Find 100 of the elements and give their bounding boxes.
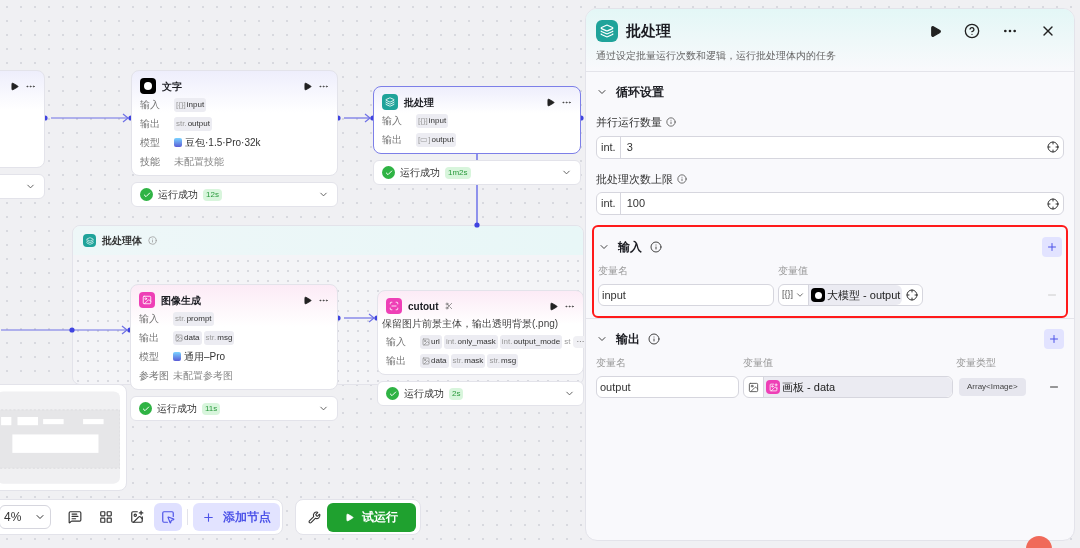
node-title: 文字 [162,79,182,94]
group-title: 批处理体 [102,234,142,248]
param-chip: int.output_mode [499,334,563,349]
layers-icon [83,234,96,247]
status-text: 运行成功 [158,188,198,202]
run-status-bar[interactable]: 运行成功 12s [131,182,338,207]
run-icon[interactable] [303,81,312,91]
port-dot[interactable] [474,222,480,228]
select-icon[interactable] [154,503,182,531]
run-status-bar[interactable]: 运行成功 1m2s [373,160,581,185]
image-type-icon [748,381,759,393]
row-label: 输入 [139,312,160,326]
model-icon [173,352,181,361]
field-label: 并行运行数量 [596,115,662,130]
variable-ref-icon[interactable] [1047,197,1059,210]
info-icon [148,236,157,245]
param-chip: data [173,330,202,345]
plus-icon [1048,333,1060,345]
success-icon [139,402,152,415]
image-type-icon [422,337,430,346]
param-chip: str.output [174,116,212,131]
run-icon[interactable] [10,81,19,91]
duration-badge: 1m2s [445,166,471,179]
param-chip: [▭]output [416,132,456,147]
run-status-bar[interactable]: 运行成功 2s [377,381,584,406]
variable-ref-icon[interactable] [906,289,919,301]
variable-ref-icon[interactable] [1047,141,1059,153]
duration-badge: 2s [449,387,464,400]
model-name: 通用–Pro [184,350,226,364]
row-label: 输出 [382,133,403,147]
row-label: 输出 [139,331,160,345]
model-icon [174,138,182,147]
field-label: 批处理次数上限 [596,171,673,187]
image-type-icon [175,333,183,342]
number-field[interactable]: int. 100 [596,192,1064,215]
param-chip: [{}]input [416,113,449,128]
edge-arrow [343,313,375,323]
section-title: 输出 [616,331,640,348]
run-icon[interactable] [303,295,312,305]
row-placeholder: 未配置参考图 [173,369,233,383]
variable-name-field[interactable]: output [596,376,739,398]
node-card[interactable]: 批处理 输入 [{}]input 输出 [▭]output [373,86,581,154]
param-chip: str.mask [450,353,486,368]
run-status-bar[interactable]: 运行成功 11s [130,396,338,421]
row-label: 模型 [139,350,160,364]
wrench-icon[interactable] [308,510,321,524]
run-icon[interactable] [549,301,558,311]
duration-badge: 12s [203,188,222,201]
column-header: 变量类型 [956,356,996,370]
row-label: 输出 [140,117,161,131]
chevron-icon[interactable] [795,290,805,300]
status-text: 运行成功 [400,166,440,180]
type-tag: Array<Image> [959,378,1026,396]
node-description: 保留图片前景主体，输出透明背景(.png) [382,317,560,331]
image-type-icon [422,356,430,365]
info-icon [666,117,676,128]
node-card[interactable]: cutout 保留图片前景主体，输出透明背景(.png) 输入 url int.only_mask int.output_mode st ··· 输出 data str.mask str.msg [377,290,584,375]
panel-title: 批处理 [626,20,671,41]
column-header: 变量值 [778,264,809,278]
variable-value-field[interactable]: 画板 - data [743,376,953,398]
column-header: 变量值 [743,356,774,370]
section-title: 循环设置 [616,84,664,101]
info-icon [650,241,662,253]
help-icon[interactable] [964,23,980,39]
success-icon [386,387,399,400]
plus-icon [1046,241,1058,253]
image-icon [139,292,155,308]
node-card[interactable]: 文字 输入 [{}]input 输出 str.output 模型 豆包·1.5·Pro·32k 技能 未配置技能 [131,70,338,176]
duration-badge: 11s [202,402,221,415]
row-label: 输入 [382,114,403,128]
success-icon [140,188,153,201]
param-chip: str.prompt [173,311,214,326]
play-icon [345,512,354,522]
group-header[interactable]: 批处理体 [73,226,583,255]
layers-icon [596,20,618,42]
add-node-button[interactable]: 添加节点 [193,503,280,531]
status-text: 运行成功 [404,387,444,401]
canvas-icon [766,380,780,394]
param-chip: str.msg [487,353,519,368]
param-chip: str.msg [203,330,235,345]
info-icon [648,333,660,345]
node-card[interactable] [0,70,45,168]
node-title: cutout [408,299,439,314]
row-label: 参考图 [139,369,170,383]
column-header: 变量名 [596,356,627,370]
node-card[interactable]: 图像生成 输入 str.prompt 输出 data str.msg 模型 通用–Pro 参考图 未配置参考图 [130,284,338,390]
param-chip: [{}]input [174,97,207,112]
port-dot[interactable] [69,327,75,333]
scissors-icon [444,302,453,310]
param-chip: data [420,353,449,368]
number-field[interactable]: int. 3 [596,135,1064,159]
row-label: 输入 [140,98,161,112]
run-icon[interactable] [929,24,942,38]
layers-icon [382,94,398,110]
model-name: 豆包·1.5·Pro·32k [185,136,261,150]
run-icon[interactable] [546,97,555,107]
node-title: 批处理 [404,95,434,110]
row-label: 输出 [386,354,407,368]
plus-icon [202,510,215,524]
param-text: st [564,335,571,348]
